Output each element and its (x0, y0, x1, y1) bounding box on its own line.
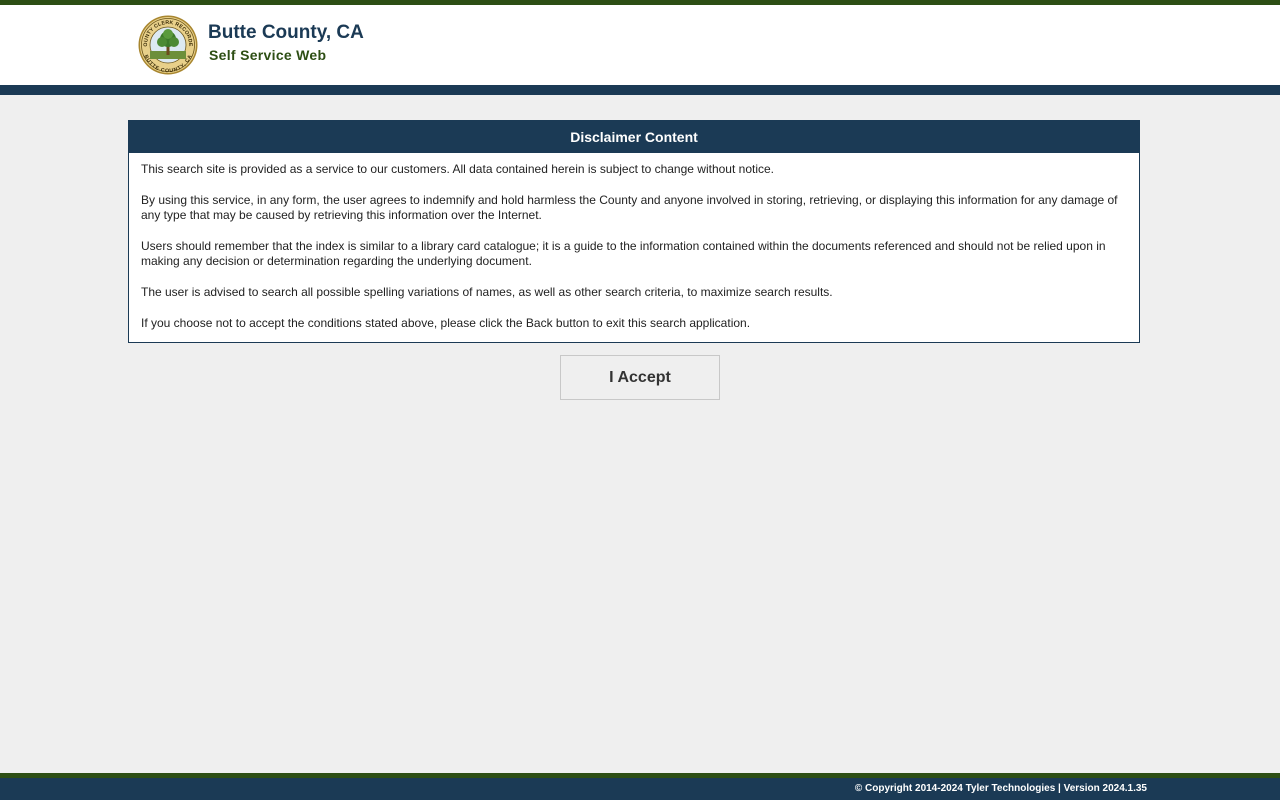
disclaimer-paragraph: Users should remember that the index is … (141, 239, 1106, 268)
county-seal-logo[interactable]: COUNTY CLERK RECORDER BUTTE COUNTY, CA (138, 15, 198, 75)
site-subtitle: Self Service Web (209, 47, 327, 63)
accept-button[interactable]: I Accept (560, 355, 720, 400)
disclaimer-paragraph: By using this service, in any form, the … (141, 193, 1118, 222)
disclaimer-paragraph: The user is advised to search all possib… (141, 285, 833, 299)
header-navy-bar (0, 85, 1280, 95)
site-header: COUNTY CLERK RECORDER BUTTE COUNTY, CA B… (0, 5, 1280, 85)
copyright-text: © Copyright 2014-2024 Tyler Technologies… (854, 783, 1147, 794)
disclaimer-heading: Disclaimer Content (129, 121, 1139, 153)
site-footer: © Copyright 2014-2024 Tyler Technologies… (0, 778, 1280, 800)
site-title[interactable]: Butte County, CA (208, 22, 364, 44)
disclaimer-panel: Disclaimer Content This search site is p… (128, 120, 1140, 343)
disclaimer-paragraph: If you choose not to accept the conditio… (141, 316, 751, 330)
disclaimer-paragraph: This search site is provided as a servic… (141, 162, 774, 176)
disclaimer-body: This search site is provided as a servic… (129, 153, 1139, 331)
